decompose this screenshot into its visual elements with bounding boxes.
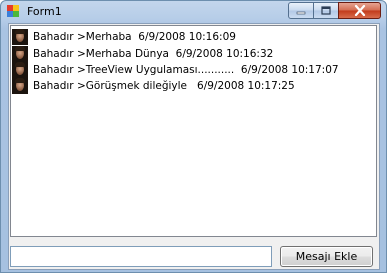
list-item[interactable]: Bahadır >Merhaba 6/9/2008 10:16:09 xyxy=(12,28,236,45)
maximize-icon xyxy=(321,5,331,15)
message-input[interactable] xyxy=(10,246,272,267)
message-text: Bahadır >TreeView Uygulaması........... … xyxy=(33,63,339,76)
list-item[interactable]: Bahadır >TreeView Uygulaması........... … xyxy=(12,61,339,78)
minimize-icon xyxy=(296,11,306,14)
close-button[interactable] xyxy=(338,2,381,19)
message-list[interactable]: Bahadır >Merhaba 6/9/2008 10:16:09 Bahad… xyxy=(10,25,377,237)
form1-window: Form1 Bahadır >Merhaba 6/9/2008 10:16:09 xyxy=(0,0,387,273)
maximize-button[interactable] xyxy=(313,2,339,19)
message-text: Bahadır >Görüşmek dileğiyle 6/9/2008 10:… xyxy=(33,79,295,92)
message-text: Bahadır >Merhaba Dünya 6/9/2008 10:16:32 xyxy=(33,47,274,60)
title-bar[interactable]: Form1 xyxy=(1,1,386,23)
form-app-icon xyxy=(7,5,19,17)
minimize-button[interactable] xyxy=(288,2,314,19)
user-avatar-icon xyxy=(12,61,28,78)
window-title: Form1 xyxy=(27,5,62,18)
close-icon xyxy=(354,5,365,16)
list-item[interactable]: Bahadır >Merhaba Dünya 6/9/2008 10:16:32 xyxy=(12,45,273,62)
user-avatar-icon xyxy=(12,28,28,45)
list-item[interactable]: Bahadır >Görüşmek dileğiyle 6/9/2008 10:… xyxy=(12,77,295,94)
user-avatar-icon xyxy=(12,45,28,62)
add-message-button[interactable]: Mesajı Ekle xyxy=(280,246,373,267)
user-avatar-icon xyxy=(12,77,28,94)
form-client-area: Bahadır >Merhaba 6/9/2008 10:16:09 Bahad… xyxy=(8,23,380,270)
message-text: Bahadır >Merhaba 6/9/2008 10:16:09 xyxy=(33,30,236,43)
